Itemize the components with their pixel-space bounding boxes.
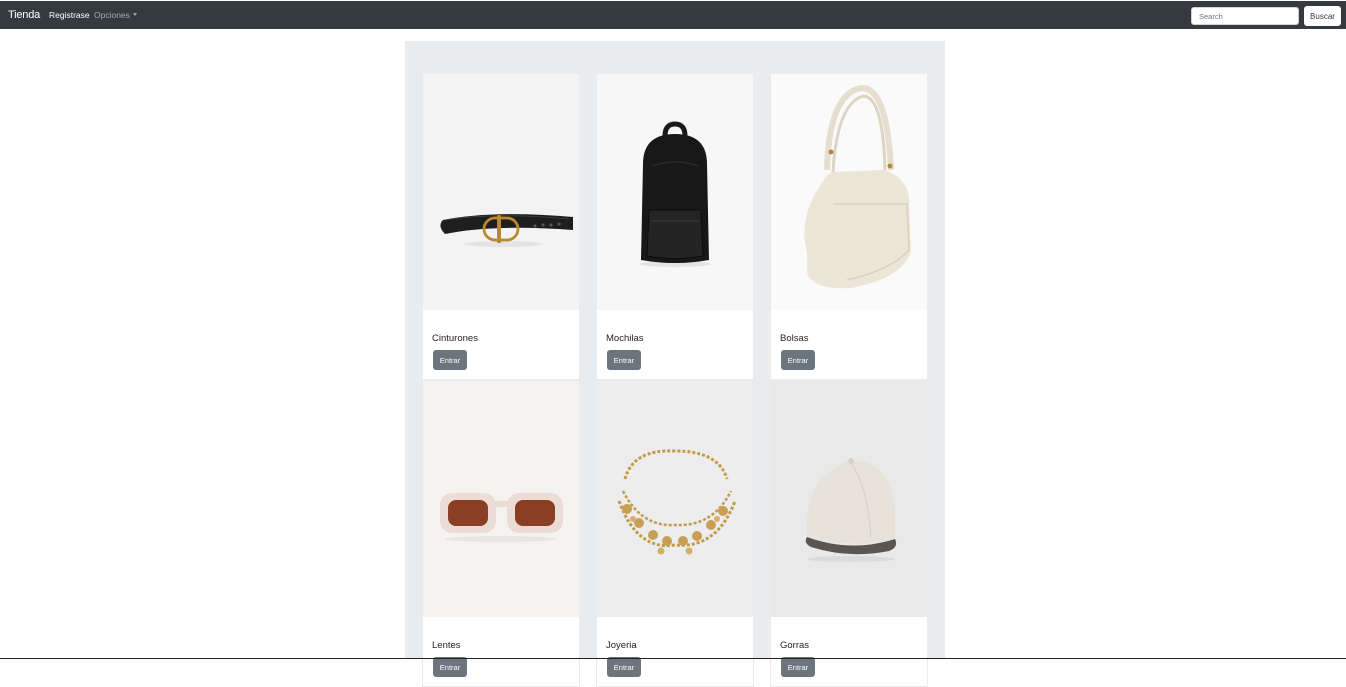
enter-button[interactable]: Entrar [781,350,815,370]
belt-image [423,74,579,310]
product-card-cinturones: Cinturones Entrar [422,73,580,380]
card-title: Mochilas [606,333,644,344]
search-button[interactable]: Buscar [1304,6,1341,26]
card-title: Cinturones [432,333,478,344]
cap-image [771,381,927,617]
product-card-mochilas: Mochilas Entrar [596,73,754,380]
card-title: Gorras [780,640,810,651]
brand-link[interactable]: Tienda [8,7,40,23]
product-card-gorras: Gorras Entrar [770,380,928,687]
search-input[interactable] [1191,7,1299,25]
product-card-lentes: Lentes Entrar [422,380,580,687]
nav-dropdown-opciones[interactable]: Opciones [94,9,137,21]
necklace-image [597,381,753,617]
navbar: Tienda Registrase Opciones Buscar [0,1,1346,29]
product-card-bolsas: Bolsas Entrar [770,73,928,380]
enter-button[interactable]: Entrar [433,657,467,677]
caret-down-icon [132,13,137,16]
enter-button[interactable]: Entrar [607,350,641,370]
card-title: Bolsas [780,333,809,344]
nav-dropdown-label: Opciones [94,10,130,20]
card-title: Joyeria [606,640,637,651]
enter-button[interactable]: Entrar [433,350,467,370]
enter-button[interactable]: Entrar [607,657,641,677]
product-card-joyeria: Joyeria Entrar [596,380,754,687]
enter-button[interactable]: Entrar [781,657,815,677]
sunglasses-image [423,381,579,617]
card-title: Lentes [432,640,461,651]
backpack-image [597,74,753,310]
shoulder-bag-image [771,74,927,310]
products-container: Cinturones Entrar Mochilas Entrar Bolsas… [405,41,945,687]
nav-link-registrase[interactable]: Registrase [49,9,90,21]
